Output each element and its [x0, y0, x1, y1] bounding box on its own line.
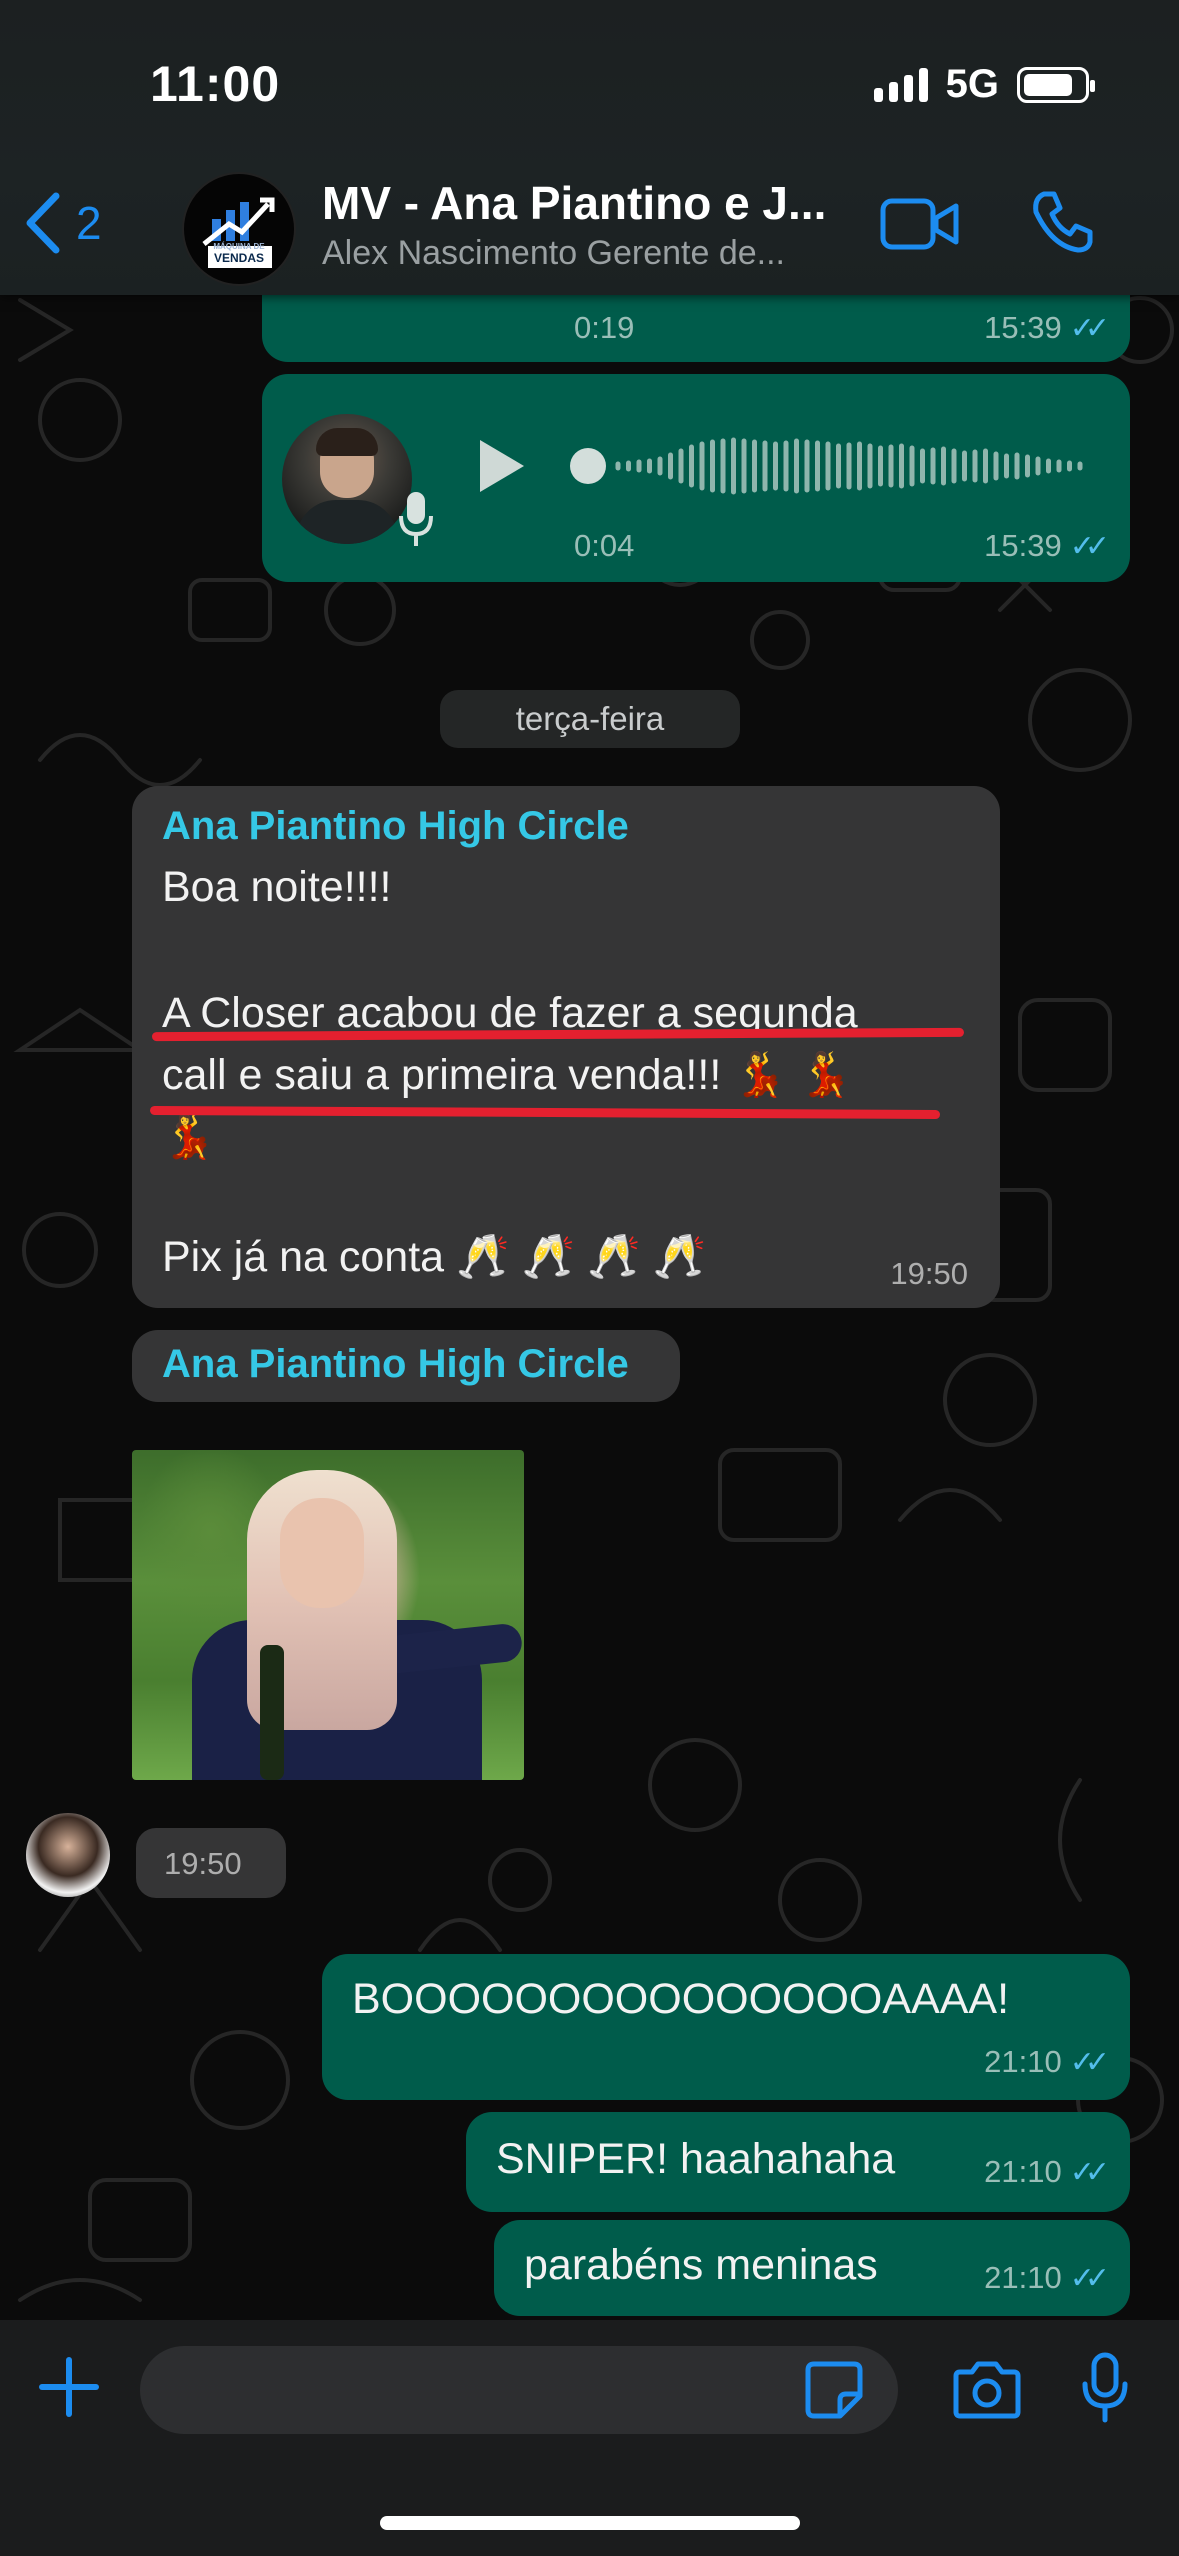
voice-call-button[interactable] [1030, 190, 1094, 259]
message-line: Pix já na conta 🥂 🥂 🥂 🥂 [162, 1233, 707, 1281]
message-line: 💃 [162, 1113, 216, 1161]
message-time: 21:10 [984, 2044, 1062, 2079]
image-message-header[interactable]: Ana Piantino High Circle [132, 1330, 680, 1402]
image-time-chip: 19:50 [136, 1828, 286, 1898]
message-time: 19:50 [164, 1846, 242, 1881]
chat-subtitle[interactable]: Alex Nascimento Gerente de... [322, 234, 785, 273]
message-time: 21:10 [984, 2260, 1062, 2295]
voice-duration: 0:19 [574, 310, 635, 345]
video-call-button[interactable] [880, 196, 960, 257]
message-time: 21:10 [984, 2154, 1062, 2189]
back-chevron-icon [26, 192, 60, 254]
group-avatar[interactable]: MÁQUINA DE VENDAS [182, 172, 296, 286]
home-indicator [380, 2516, 800, 2530]
video-call-icon [880, 198, 959, 250]
read-ticks-icon: ✓✓ [1069, 2046, 1110, 2079]
voice-duration: 0:04 [574, 528, 635, 563]
message-line: Boa noite!!!! [162, 863, 392, 911]
sender-name[interactable]: Ana Piantino High Circle [162, 1342, 629, 1387]
voice-message[interactable]: 0:04 15:39 ✓✓ [262, 374, 1130, 582]
message-meta: 15:39 ✓✓ [984, 310, 1110, 346]
outgoing-text-message[interactable]: SNIPER! haahahaha 21:10 ✓✓ [466, 2112, 1130, 2212]
waveform[interactable] [568, 426, 1088, 506]
chat-title[interactable]: MV - Ana Piantino e J... [322, 176, 826, 230]
status-bar: 11:00 5G [0, 0, 1179, 160]
read-ticks-icon: ✓✓ [1069, 312, 1110, 345]
message-text: BOOOOOOOOOOOOOOOAAAA! [352, 1975, 1010, 2023]
message-line: call e saiu a primeira venda!!! 💃 💃 [162, 1051, 853, 1099]
mic-icon [399, 492, 433, 546]
play-icon[interactable] [480, 440, 524, 492]
incoming-text-message[interactable]: Ana Piantino High Circle Boa noite!!!! A… [132, 786, 1000, 1308]
status-indicators: 5G [873, 62, 1095, 107]
image-attachment[interactable] [132, 1450, 524, 1780]
signal-icon [873, 67, 928, 102]
status-time: 11:00 [150, 56, 281, 112]
message-meta: 21:10 ✓✓ [984, 2260, 1110, 2296]
chat-header: 11:00 5G 2 MÁQUINA DE VENDAS MV - Ana Pi… [0, 0, 1179, 295]
mic-icon[interactable] [1080, 2352, 1130, 2424]
sticker-icon[interactable] [804, 2360, 864, 2420]
message-time: 15:39 [984, 528, 1062, 563]
message-meta: 21:10 ✓✓ [984, 2044, 1110, 2080]
outgoing-text-message[interactable]: parabéns meninas 21:10 ✓✓ [494, 2220, 1130, 2316]
date-separator: terça-feira [440, 690, 740, 748]
camera-icon[interactable] [950, 2360, 1024, 2420]
read-ticks-icon: ✓✓ [1069, 530, 1110, 563]
read-ticks-icon: ✓✓ [1069, 2156, 1110, 2189]
sender-name[interactable]: Ana Piantino High Circle [162, 804, 629, 849]
message-input-bar [0, 2320, 1179, 2556]
unread-count: 2 [76, 197, 102, 249]
network-type: 5G [945, 62, 999, 106]
back-button[interactable]: 2 [22, 192, 102, 254]
message-time: 15:39 [984, 310, 1062, 345]
message-meta: 21:10 ✓✓ [984, 2154, 1110, 2190]
battery-icon [1017, 66, 1095, 103]
message-input[interactable] [140, 2346, 898, 2434]
message-text: parabéns meninas [524, 2241, 878, 2289]
sender-avatar[interactable] [26, 1813, 110, 1897]
phone-icon [1033, 191, 1093, 253]
plus-icon[interactable] [38, 2356, 100, 2418]
read-ticks-icon: ✓✓ [1069, 2262, 1110, 2295]
group-logo-icon [202, 197, 275, 268]
message-time: 19:50 [890, 1256, 968, 1291]
voice-sender-avatar [282, 414, 412, 544]
outgoing-text-message[interactable]: BOOOOOOOOOOOOOOOAAAA! 21:10 ✓✓ [322, 1954, 1130, 2100]
message-meta: 15:39 ✓✓ [984, 528, 1110, 564]
logo-text: VENDAS [213, 251, 264, 265]
logo-top-text: MÁQUINA DE [213, 242, 265, 251]
message-text: SNIPER! haahahaha [496, 2135, 896, 2183]
